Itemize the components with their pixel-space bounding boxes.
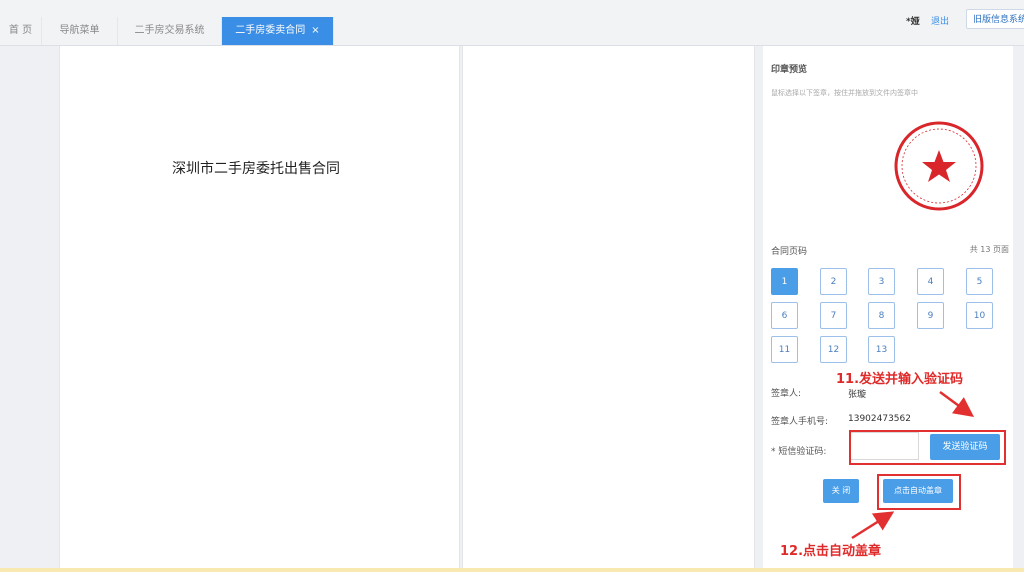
arrow-step12-icon (851, 511, 895, 540)
bottom-strip (0, 568, 1024, 572)
arrow-step11-icon (939, 390, 975, 417)
annotation-arrows (851, 390, 975, 540)
